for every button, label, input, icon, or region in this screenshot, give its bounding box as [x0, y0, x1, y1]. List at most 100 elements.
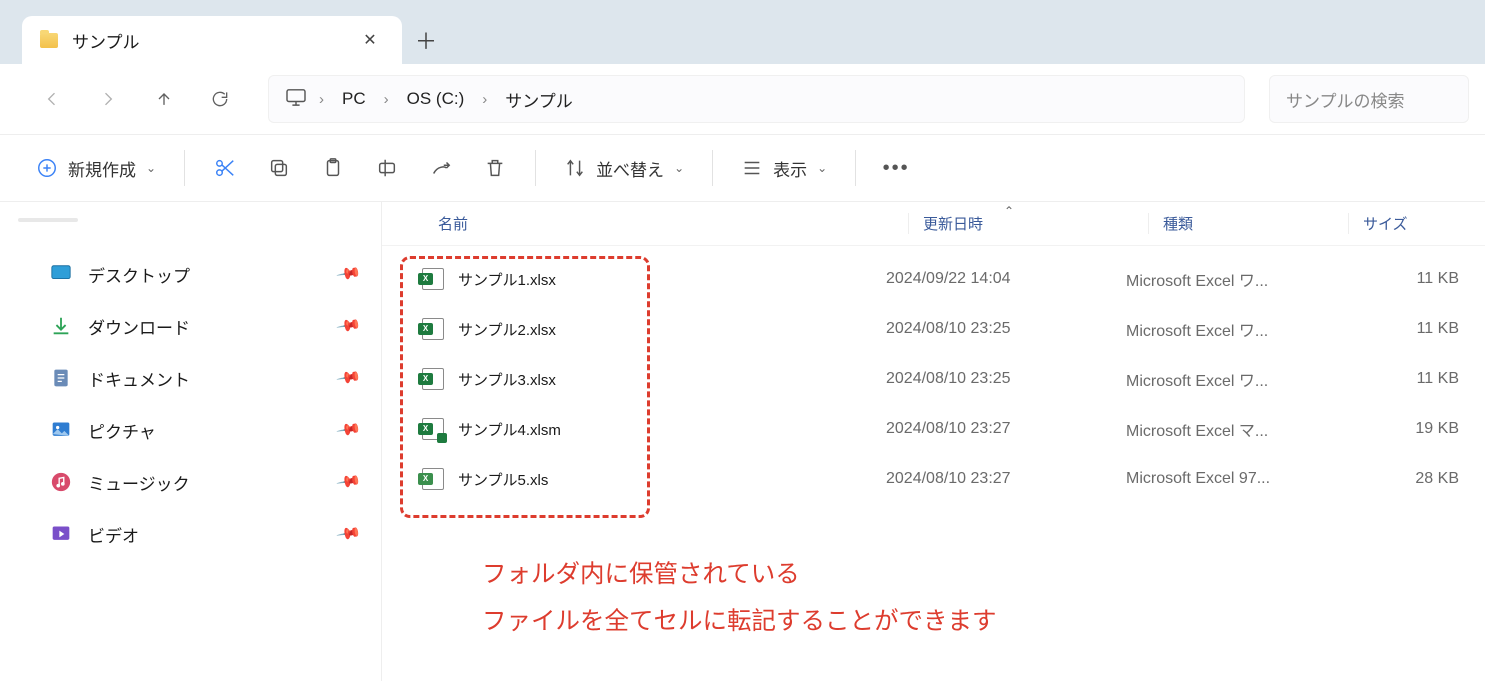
file-row[interactable]: サンプル1.xlsx2024/09/22 14:04Microsoft Exce… — [382, 254, 1485, 304]
search-input[interactable]: サンプルの検索 — [1269, 75, 1469, 123]
nav-refresh-button[interactable] — [196, 75, 244, 123]
annotation-line1: フォルダ内に保管されている — [482, 552, 997, 599]
sidebar-item-music[interactable]: ミュージック 📌 — [14, 456, 369, 508]
sidebar-item-label: ダウンロード — [88, 314, 323, 339]
desktop-icon — [50, 263, 72, 285]
pictures-icon — [50, 419, 72, 441]
sort-button[interactable]: 並べ替え ⌄ — [552, 147, 696, 189]
chevron-down-icon: ⌄ — [817, 161, 827, 175]
copy-icon — [268, 157, 290, 179]
column-header-type[interactable]: 種類 — [1148, 213, 1348, 234]
file-type: Microsoft Excel 97... — [1112, 470, 1312, 488]
arrow-right-icon — [98, 89, 118, 109]
toolbar: 新規作成 ⌄ 並べ替え ⌄ 表示 ⌄ ••• — [0, 134, 1485, 202]
breadcrumb-drive[interactable]: OS (C:) — [401, 85, 471, 113]
file-row[interactable]: サンプル3.xlsx2024/08/10 23:25Microsoft Exce… — [382, 354, 1485, 404]
toolbar-divider — [712, 150, 713, 186]
column-header-size[interactable]: サイズ — [1348, 213, 1485, 234]
annotation-text: フォルダ内に保管されている ファイルを全てセルに転記することができます — [482, 552, 997, 645]
document-icon — [50, 367, 72, 389]
view-button[interactable]: 表示 ⌄ — [729, 147, 839, 189]
plus-circle-icon — [36, 157, 58, 179]
paste-button[interactable] — [309, 147, 357, 189]
breadcrumb-sep: › — [482, 91, 487, 108]
column-header-name[interactable]: 名前 — [438, 213, 908, 234]
sidebar-item-documents[interactable]: ドキュメント 📌 — [14, 352, 369, 404]
folder-icon — [40, 33, 58, 48]
view-button-label: 表示 — [773, 156, 807, 181]
download-icon — [50, 315, 72, 337]
more-button[interactable]: ••• — [872, 147, 920, 189]
chevron-down-icon: ⌄ — [674, 161, 684, 175]
pin-icon: 📌 — [335, 468, 363, 496]
file-name-cell: サンプル2.xlsx — [402, 318, 872, 340]
sidebar-item-label: ミュージック — [88, 470, 323, 495]
breadcrumb-sep: › — [384, 91, 389, 108]
toolbar-divider — [184, 150, 185, 186]
sidebar-item-label: ドキュメント — [88, 366, 323, 391]
sidebar-item-pictures[interactable]: ピクチャ 📌 — [14, 404, 369, 456]
excel-file-icon — [422, 368, 444, 390]
file-type: Microsoft Excel マ... — [1112, 417, 1312, 441]
delete-button[interactable] — [471, 147, 519, 189]
excel-file-icon — [422, 268, 444, 290]
annotation-line2: ファイルを全てセルに転記することができます — [482, 599, 997, 646]
rename-button[interactable] — [363, 147, 411, 189]
ellipsis-icon: ••• — [883, 157, 910, 180]
view-icon — [741, 157, 763, 179]
sidebar-item-label: ピクチャ — [88, 418, 323, 443]
nav-forward-button[interactable] — [84, 75, 132, 123]
arrow-left-icon — [42, 89, 62, 109]
excel-file-icon — [422, 418, 444, 440]
music-icon — [50, 471, 72, 493]
breadcrumb[interactable]: › PC › OS (C:) › サンプル — [268, 75, 1245, 123]
sidebar-item-downloads[interactable]: ダウンロード 📌 — [14, 300, 369, 352]
file-type: Microsoft Excel ワ... — [1112, 317, 1312, 341]
share-icon — [430, 157, 452, 179]
file-row[interactable]: サンプル2.xlsx 2024/08/10 23:25Microsoft Exce… — [382, 304, 1485, 354]
nav-up-button[interactable] — [140, 75, 188, 123]
file-name: サンプル4.xlsm — [458, 419, 561, 440]
column-headers: ⌃ 名前 更新日時 種類 サイズ — [382, 202, 1485, 246]
file-name-cell: サンプル5.xls — [402, 468, 872, 490]
tab-title: サンプル — [72, 28, 338, 53]
column-header-date[interactable]: 更新日時 — [908, 213, 1148, 234]
tab-close-button[interactable]: ✕ — [352, 22, 388, 58]
file-name-cell: サンプル3.xlsx — [402, 368, 872, 390]
main-area: デスクトップ 📌 ダウンロード 📌 ドキュメント 📌 ピクチャ 📌 — [0, 202, 1485, 681]
pc-icon — [285, 88, 307, 110]
sidebar-item-label: デスクトップ — [88, 262, 323, 287]
file-date: 2024/08/10 23:27 — [872, 470, 1112, 488]
sort-icon — [564, 157, 586, 179]
file-name: サンプル1.xlsx — [458, 269, 556, 290]
file-name: サンプル2.xlsx — [458, 319, 556, 340]
toolbar-divider — [535, 150, 536, 186]
nav-back-button[interactable] — [28, 75, 76, 123]
file-row[interactable]: サンプル5.xls2024/08/10 23:27Microsoft Excel… — [382, 454, 1485, 504]
excel-file-icon — [422, 468, 444, 490]
sidebar-item-desktop[interactable]: デスクトップ 📌 — [14, 248, 369, 300]
pin-icon: 📌 — [335, 520, 363, 548]
tab-strip: サンプル ✕ ＋ — [0, 0, 1485, 64]
file-rows: サンプル1.xlsx2024/09/22 14:04Microsoft Exce… — [382, 246, 1485, 504]
new-button[interactable]: 新規作成 ⌄ — [24, 147, 168, 189]
breadcrumb-pc[interactable]: PC — [336, 85, 372, 113]
breadcrumb-folder[interactable]: サンプル — [499, 83, 579, 116]
file-size: 11 KB — [1312, 320, 1485, 338]
copy-button[interactable] — [255, 147, 303, 189]
sidebar-item-videos[interactable]: ビデオ 📌 — [14, 508, 369, 560]
active-tab[interactable]: サンプル ✕ — [22, 16, 402, 64]
address-bar-row: › PC › OS (C:) › サンプル サンプルの検索 — [0, 64, 1485, 134]
toolbar-divider — [855, 150, 856, 186]
share-button[interactable] — [417, 147, 465, 189]
cut-button[interactable] — [201, 147, 249, 189]
file-row[interactable]: サンプル4.xlsm2024/08/10 23:27Microsoft Exce… — [382, 404, 1485, 454]
arrow-up-icon — [154, 89, 174, 109]
new-tab-button[interactable]: ＋ — [402, 16, 450, 64]
video-icon — [50, 523, 72, 545]
file-date: 2024/08/10 23:25 — [872, 320, 1112, 338]
file-name-cell: サンプル4.xlsm — [402, 418, 872, 440]
pin-icon: 📌 — [335, 312, 363, 340]
search-placeholder: サンプルの検索 — [1286, 87, 1405, 112]
sidebar-item-label: ビデオ — [88, 522, 323, 547]
